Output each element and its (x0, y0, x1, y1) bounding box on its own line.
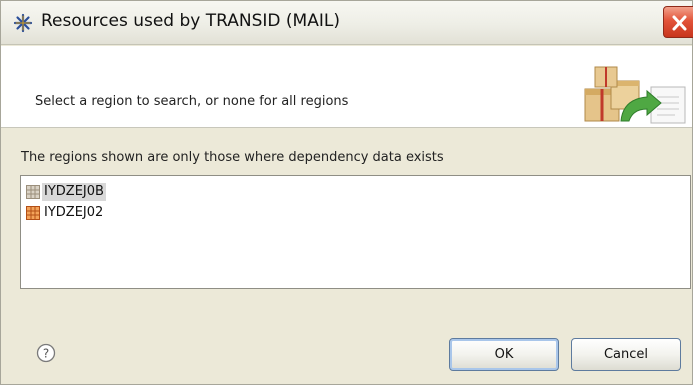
title-bar[interactable]: Resources used by TRANSID (MAIL) (1, 1, 693, 45)
region-label: IYDZEJ0B (42, 183, 106, 201)
regions-label: The regions shown are only those where d… (21, 150, 444, 165)
cancel-button[interactable]: Cancel (571, 338, 681, 371)
region-list[interactable]: IYDZEJ0B IYDZEJ02 (20, 175, 691, 289)
ok-button[interactable]: OK (449, 338, 559, 371)
instruction-text: Select a region to search, or none for a… (35, 94, 349, 109)
app-asterisk-icon (13, 13, 33, 33)
resources-dialog: Resources used by TRANSID (MAIL) Select … (0, 0, 693, 385)
region-grid-icon (26, 206, 40, 220)
region-grid-icon (26, 185, 40, 199)
list-item[interactable]: IYDZEJ02 (26, 204, 105, 222)
package-resources-graphic (584, 66, 686, 124)
help-icon[interactable]: ? (36, 343, 56, 363)
region-label: IYDZEJ02 (44, 205, 104, 220)
close-button[interactable] (663, 6, 693, 38)
list-item[interactable]: IYDZEJ0B (26, 183, 106, 201)
close-icon (672, 15, 687, 31)
banner-area: Select a region to search, or none for a… (1, 46, 692, 128)
window-title: Resources used by TRANSID (MAIL) (41, 11, 340, 31)
svg-text:?: ? (43, 347, 49, 361)
